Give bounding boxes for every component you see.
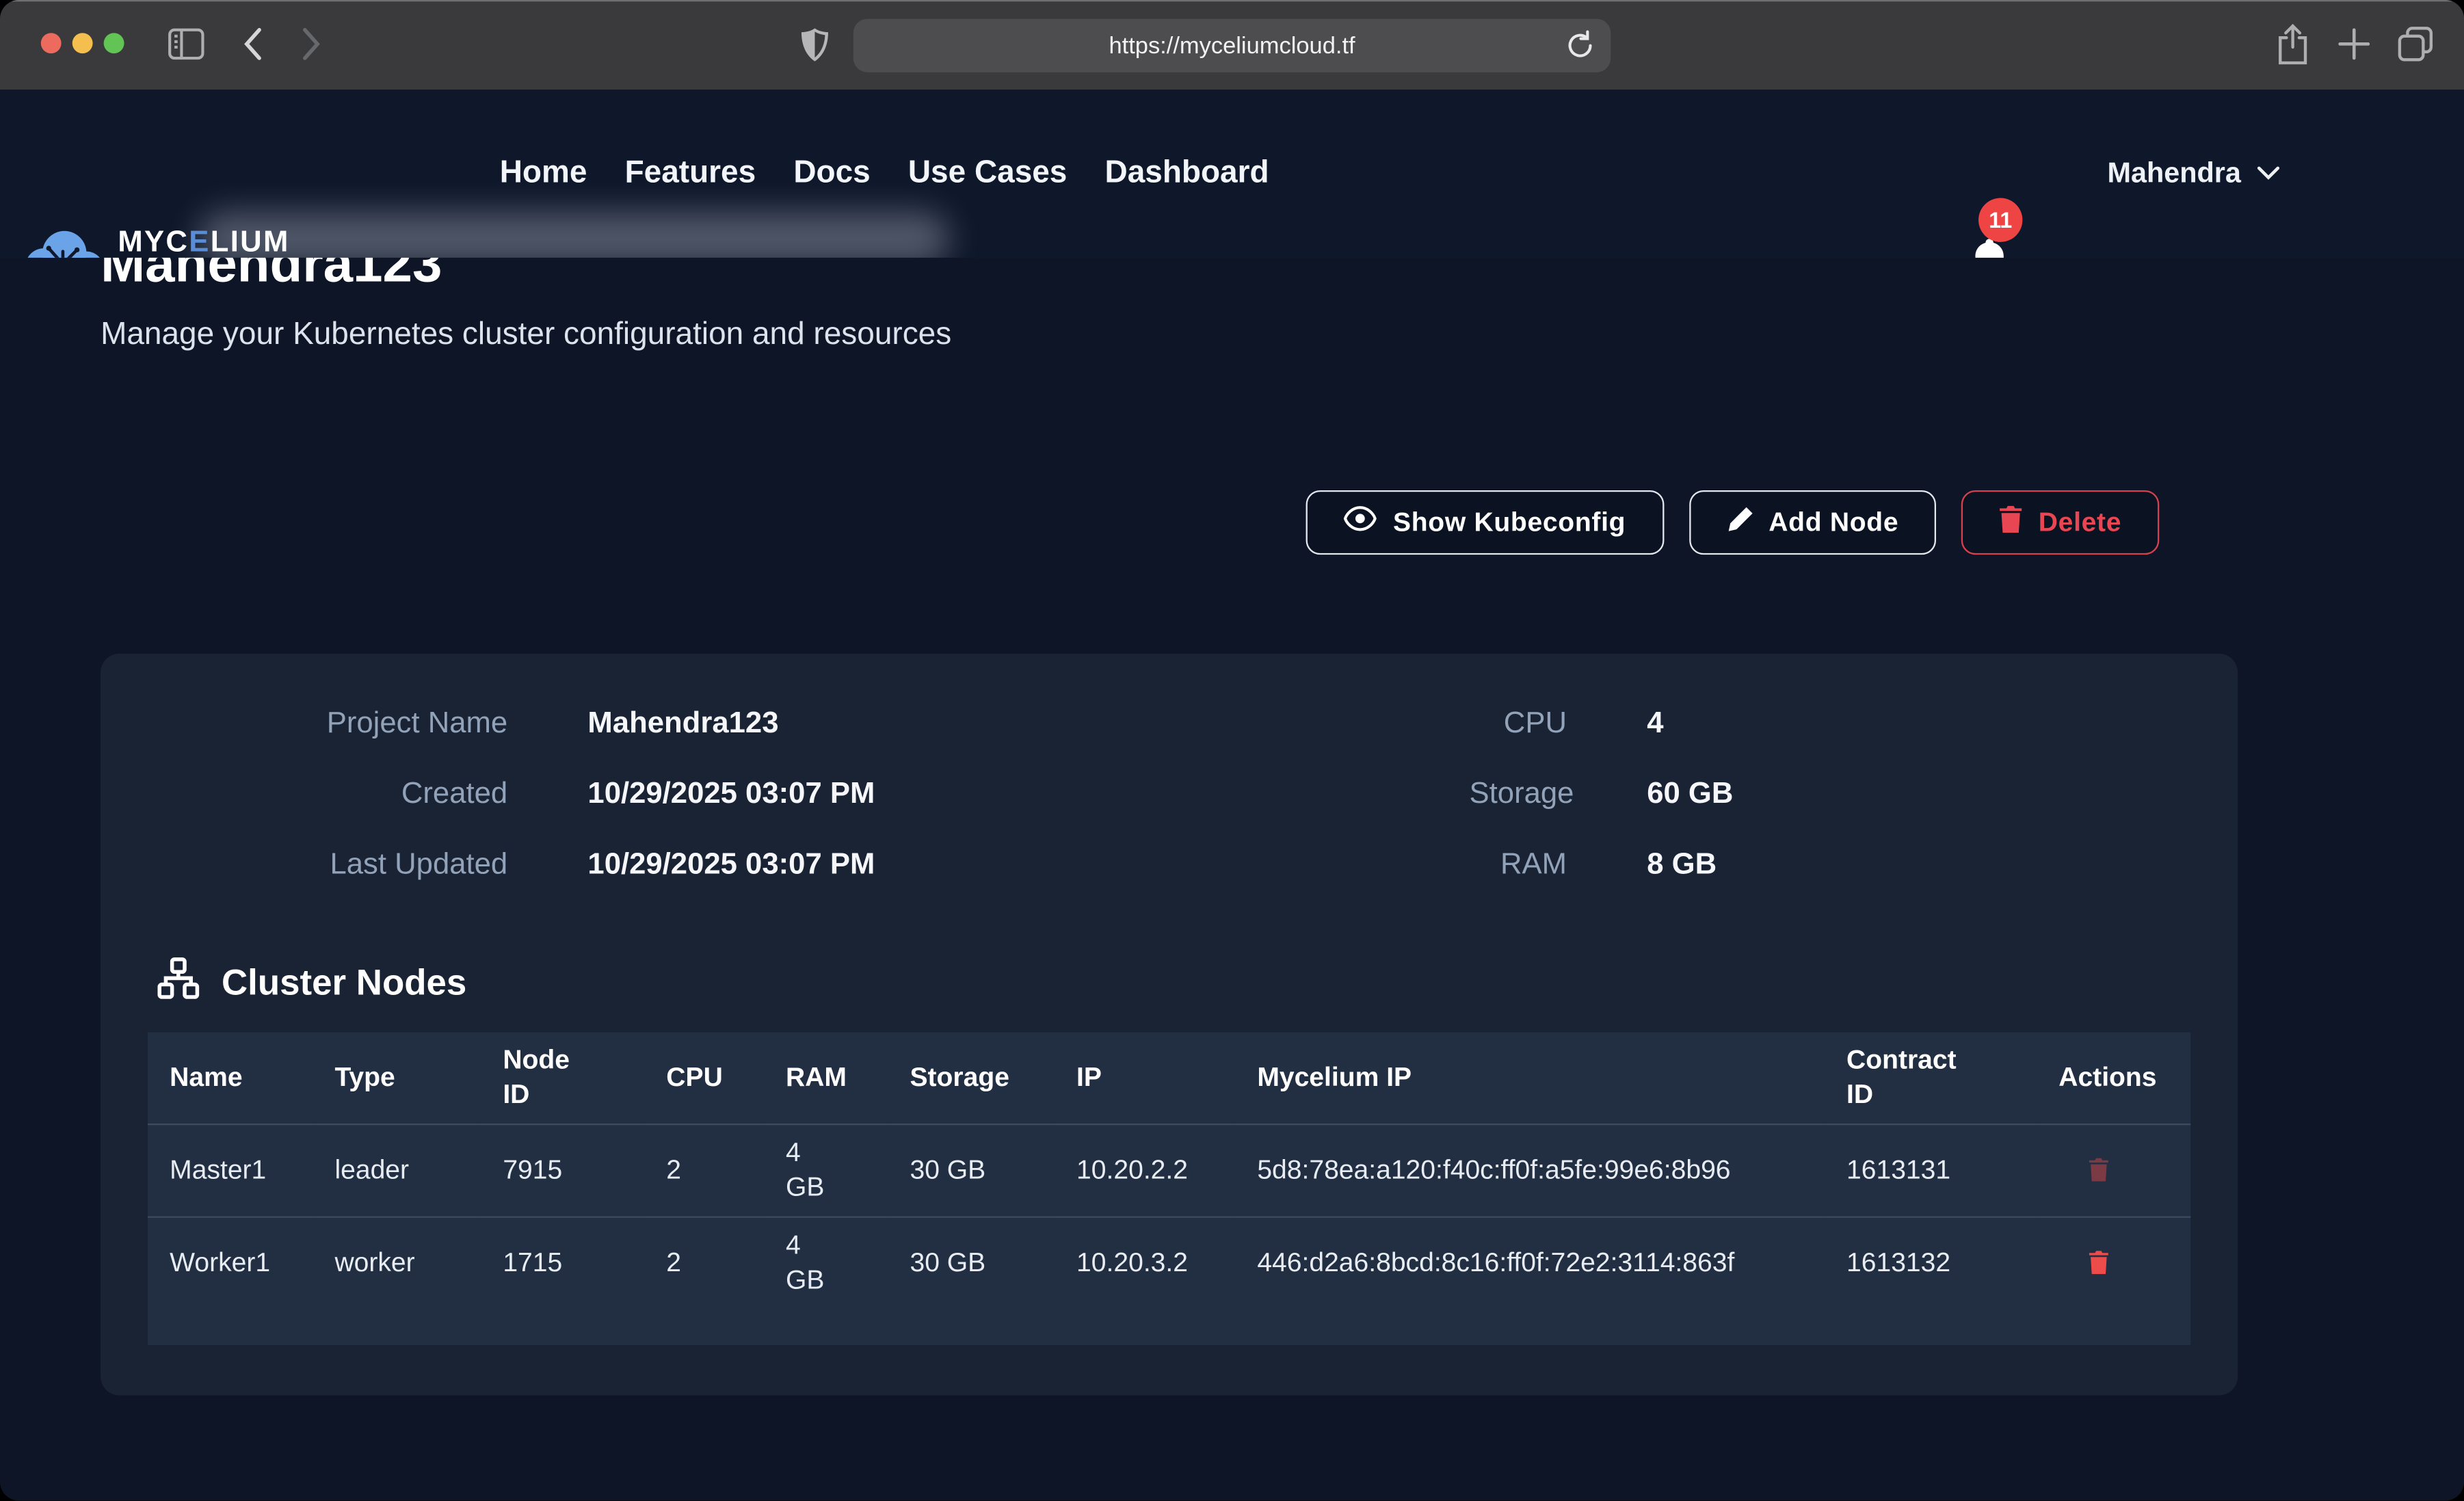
cell-node-id: 1715 [481,1217,644,1345]
col-ip: IP [1055,1033,1235,1124]
browser-toolbar: https://myceliumcloud.tf [0,0,2464,90]
show-kubeconfig-button[interactable]: Show Kubeconfig [1307,490,1664,555]
cell-actions [2037,1124,2190,1217]
cell-contract-id: 1613131 [1825,1124,2037,1217]
col-mycelium-ip: Mycelium IP [1235,1033,1825,1124]
close-window-button[interactable] [41,33,62,53]
nav-link-use-cases[interactable]: Use Cases [908,155,1068,191]
address-bar[interactable]: https://myceliumcloud.tf [853,19,1611,72]
cell-storage: 30 GB [888,1217,1055,1345]
cluster-info-grid: Project Name Mahendra123 CPU 4 Created 1… [148,702,2190,888]
mycelium-cloud-logo-icon [21,228,105,258]
site-logo[interactable]: MYCELIUM CLOUD [21,228,290,258]
notification-count-badge: 11 [1978,198,2022,242]
cpu-label: CPU [1470,702,1567,746]
cell-mycelium-ip: 446:d2a6:8bcd:8c16:ff0f:72e2:3114:863f [1235,1217,1825,1345]
storage-label: Storage [1470,773,1567,817]
ram-value: 8 GB [1647,844,2190,888]
nav-link-dashboard[interactable]: Dashboard [1105,155,1269,191]
chevron-down-icon [2257,159,2280,187]
share-icon[interactable] [2275,23,2310,74]
nav-link-docs[interactable]: Docs [793,155,870,191]
cell-ip: 10.20.3.2 [1055,1217,1235,1345]
cluster-nodes-table: Name Type Node ID CPU RAM Storage IP Myc… [148,1033,2190,1345]
site-navbar: MYCELIUM CLOUD Home Features Docs Use Ca… [0,90,2464,258]
project-name-label: Project Name [148,702,507,746]
cell-mycelium-ip: 5d8:78ea:a120:f40c:ff0f:a5fe:99e6:8b96 [1235,1124,1825,1217]
trash-icon [2089,1249,2109,1274]
back-icon[interactable] [243,27,263,69]
col-storage: Storage [888,1033,1055,1124]
cell-cpu: 2 [644,1124,764,1217]
last-updated-value: 10/29/2025 03:07 PM [587,844,1389,888]
user-name: Mahendra [2107,157,2240,190]
cluster-nodes-title: Cluster Nodes [222,961,466,1003]
cluster-details-card: Project Name Mahendra123 CPU 4 Created 1… [101,654,2238,1396]
col-node-id: Node ID [481,1033,644,1124]
cluster-actions: Show Kubeconfig Add Node Delete [101,490,2159,555]
cell-ip: 10.20.2.2 [1055,1124,1235,1217]
add-node-button[interactable]: Add Node [1688,490,1936,555]
created-value: 10/29/2025 03:07 PM [587,773,1389,817]
privacy-shield-icon[interactable] [802,28,828,69]
eye-icon [1344,506,1377,539]
user-menu[interactable]: Mahendra [2107,90,2280,258]
forward-icon[interactable] [302,27,321,69]
browser-window: https://myceliumcloud.tf [0,0,2464,1500]
cell-contract-id: 1613132 [1825,1217,2037,1345]
col-contract-id: Contract ID [1825,1033,2037,1124]
delete-cluster-button[interactable]: Delete [1961,490,2159,555]
pencil-icon [1726,505,1753,540]
tab-overview-icon[interactable] [2396,25,2434,71]
sidebar-toggle-icon[interactable] [168,28,204,67]
col-type: Type [313,1033,481,1124]
page-subtitle: Manage your Kubernetes cluster configura… [101,317,951,354]
table-row: Worker1 worker 1715 2 4 GB 30 GB 10.20.3… [148,1217,2190,1345]
cell-name: Worker1 [148,1217,313,1345]
nav-link-home[interactable]: Home [500,155,587,191]
cpu-value: 4 [1647,702,2190,746]
created-label: Created [148,773,507,817]
cell-actions [2037,1217,2190,1345]
cell-type: worker [313,1217,481,1345]
col-actions: Actions [2037,1033,2190,1124]
cell-ram: 4 GB [764,1124,888,1217]
url-text: https://myceliumcloud.tf [1109,32,1355,59]
cell-cpu: 2 [644,1217,764,1345]
project-name-value: Mahendra123 [587,702,1389,746]
col-ram: RAM [764,1033,888,1124]
ram-label: RAM [1470,844,1567,888]
new-tab-icon[interactable] [2338,28,2370,67]
cell-node-id: 7915 [481,1124,644,1217]
cell-storage: 30 GB [888,1124,1055,1217]
cell-ram: 4 GB [764,1217,888,1345]
cell-name: Master1 [148,1124,313,1217]
minimize-window-button[interactable] [72,33,93,53]
logo-wordmark: MYCELIUM CLOUD [118,228,289,258]
trash-icon [2089,1156,2109,1181]
nav-link-features[interactable]: Features [625,155,756,191]
cell-type: leader [313,1124,481,1217]
col-cpu: CPU [644,1033,764,1124]
table-row: Master1 leader 7915 2 4 GB 30 GB 10.20.2… [148,1124,2190,1217]
cluster-nodes-header: Cluster Nodes [157,957,2190,1007]
delete-node-button[interactable] [2089,1249,2109,1279]
delete-node-button[interactable] [2089,1156,2109,1186]
reload-icon[interactable] [1567,30,1595,69]
table-header-row: Name Type Node ID CPU RAM Storage IP Myc… [148,1033,2190,1124]
trash-icon [1999,505,2022,541]
col-name: Name [148,1033,313,1124]
nav-links: Home Features Docs Use Cases Dashboard [500,90,1269,258]
storage-value: 60 GB [1647,773,2190,817]
last-updated-label: Last Updated [148,844,507,888]
zoom-window-button[interactable] [104,33,124,53]
network-nodes-icon [157,957,200,1007]
